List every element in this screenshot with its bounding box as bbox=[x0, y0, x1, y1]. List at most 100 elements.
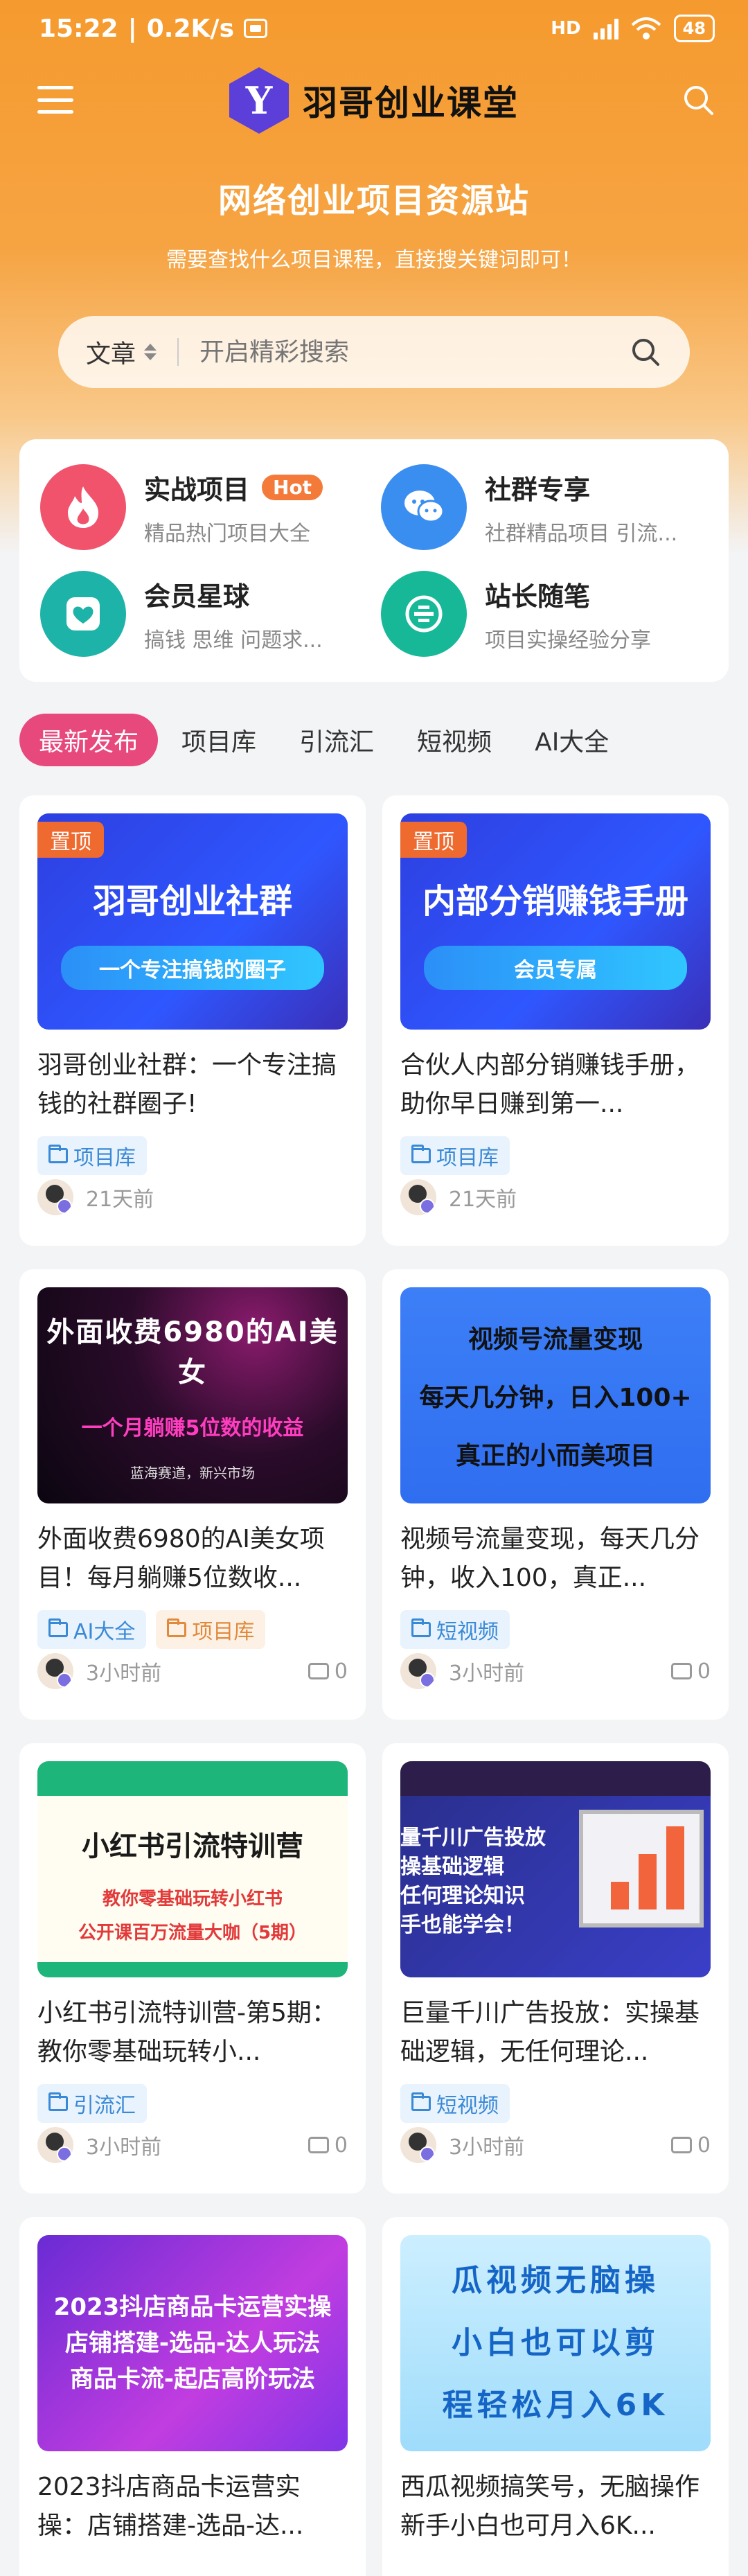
comment-number: 0 bbox=[697, 2133, 711, 2158]
status-separator: | bbox=[127, 14, 137, 43]
feature-webmaster-notes[interactable]: 站长随笔 项目实操经验分享 bbox=[381, 564, 708, 664]
hot-badge: Hot bbox=[262, 474, 323, 500]
tag-label: 项目库 bbox=[192, 1620, 255, 1644]
comment-count[interactable]: 0 bbox=[308, 1659, 348, 1684]
post-card[interactable]: 小红书引流特训营 教你零基础玩转小红书 公开课百万流量大咖（5期） 小红书引流特… bbox=[19, 1743, 366, 2194]
post-time: 3小时前 bbox=[449, 2135, 525, 2160]
tab-short-video[interactable]: 短视频 bbox=[398, 714, 511, 766]
tag-label: 短视频 bbox=[436, 1620, 499, 1644]
post-title[interactable]: 外面收费6980的AI美女项目！每月躺赚5位数收... bbox=[37, 1520, 348, 1598]
category-tag[interactable]: AI大全 bbox=[37, 1610, 147, 1649]
post-thumbnail[interactable]: 小红书引流特训营 教你零基础玩转小红书 公开课百万流量大咖（5期） bbox=[37, 1761, 348, 1977]
post-card[interactable]: 外面收费6980的AI美女 一个月躺赚5位数的收益 蓝海赛道，新兴市场 外面收费… bbox=[19, 1269, 366, 1720]
post-title[interactable]: 羽哥创业社群：一个专注搞钱的社群圈子! bbox=[37, 1046, 348, 1124]
tab-project-library[interactable]: 项目库 bbox=[162, 714, 276, 766]
post-time: 21天前 bbox=[449, 1188, 517, 1212]
post-thumbnail[interactable]: 视频号流量变现 每天几分钟，日入100+ 真正的小而美项目 bbox=[400, 1287, 711, 1503]
network-type: HD bbox=[551, 18, 581, 39]
search-bar: 文章 bbox=[58, 316, 690, 388]
feature-title: 站长随笔 bbox=[485, 581, 591, 612]
post-thumbnail[interactable]: 外面收费6980的AI美女 一个月躺赚5位数的收益 蓝海赛道，新兴市场 bbox=[37, 1287, 348, 1503]
comment-number: 0 bbox=[697, 1659, 711, 1684]
folder-icon bbox=[48, 2092, 68, 2111]
post-title[interactable]: 巨量千川广告投放：实操基础逻辑，无任何理论... bbox=[400, 1994, 711, 2072]
category-tag[interactable]: 引流汇 bbox=[37, 2084, 147, 2123]
post-title[interactable]: 合伙人内部分销赚钱手册，助你早日赚到第一... bbox=[400, 1046, 711, 1124]
comment-count[interactable]: 0 bbox=[670, 2133, 711, 2158]
flame-icon bbox=[40, 464, 126, 550]
thumb-text: 程轻松月入6K bbox=[442, 2388, 669, 2423]
thumb-text: 一个专注搞钱的圈子 bbox=[61, 946, 324, 990]
thumb-text: 羽哥创业社群 bbox=[92, 882, 292, 921]
thumb-text: 小白也可以剪 bbox=[452, 2325, 659, 2361]
category-tabs: 最新发布 项目库 引流汇 短视频 AI大全 bbox=[19, 714, 628, 766]
feature-title: 社群专享 bbox=[485, 474, 591, 505]
search-submit-icon[interactable] bbox=[629, 335, 662, 369]
avatar[interactable] bbox=[37, 1179, 73, 1215]
menu-icon[interactable] bbox=[37, 86, 73, 114]
post-thumbnail[interactable]: 置顶 内部分销赚钱手册 会员专属 bbox=[400, 813, 711, 1030]
post-thumbnail[interactable]: 2023抖店商品卡运营实操 店铺搭建-选品-达人玩法 商品卡流-起店高阶玩法 bbox=[37, 2235, 348, 2451]
tab-traffic[interactable]: 引流汇 bbox=[280, 714, 393, 766]
post-grid: 置顶 羽哥创业社群 一个专注搞钱的圈子 羽哥创业社群：一个专注搞钱的社群圈子! … bbox=[19, 795, 729, 2576]
folder-icon bbox=[411, 1618, 431, 1637]
comment-number: 0 bbox=[334, 2133, 348, 2158]
avatar[interactable] bbox=[37, 2127, 73, 2163]
thumb-text: 每天几分钟，日入100+ bbox=[419, 1384, 692, 1412]
comment-number: 0 bbox=[334, 1659, 348, 1684]
post-title[interactable]: 西瓜视频搞笑号，无脑操作新手小白也可月入6K... bbox=[400, 2468, 711, 2546]
search-icon[interactable] bbox=[682, 83, 715, 116]
feature-community[interactable]: 社群专享 社群精品项目 引流... bbox=[381, 457, 708, 557]
site-logo[interactable]: Y 羽哥创业课堂 bbox=[229, 67, 519, 134]
thumb-text: 视频号流量变现 bbox=[467, 1325, 643, 1354]
folder-icon bbox=[48, 1145, 68, 1163]
thumb-text: 教你零基础玩转小红书 bbox=[102, 1889, 283, 1909]
post-title[interactable]: 视频号流量变现，每天几分钟，收入100，真正... bbox=[400, 1520, 711, 1598]
tab-latest[interactable]: 最新发布 bbox=[19, 714, 159, 766]
category-tag[interactable]: 短视频 bbox=[400, 1610, 510, 1649]
avatar[interactable] bbox=[37, 1653, 73, 1689]
post-card[interactable]: 瓜视频无脑操 小白也可以剪 程轻松月入6K 西瓜视频搞笑号，无脑操作新手小白也可… bbox=[382, 2217, 729, 2576]
sort-arrows-icon bbox=[144, 344, 157, 360]
thumb-text: 真正的小而美项目 bbox=[455, 1442, 655, 1470]
battery-icon: 48 bbox=[673, 15, 715, 42]
feature-desc: 社群精品项目 引流... bbox=[485, 521, 678, 546]
post-thumbnail[interactable]: 量千川广告投放 操基础逻辑 任何理论知识 手也能学会！ bbox=[400, 1761, 711, 1977]
feature-member-planet[interactable]: 会员星球 搞钱 思维 问题求... bbox=[40, 564, 367, 664]
site-name: 羽哥创业课堂 bbox=[303, 83, 519, 123]
post-thumbnail[interactable]: 瓜视频无脑操 小白也可以剪 程轻松月入6K bbox=[400, 2235, 711, 2451]
feature-practical-projects[interactable]: 实战项目 Hot 精品热门项目大全 bbox=[40, 457, 367, 557]
search-input[interactable] bbox=[199, 337, 629, 367]
post-card[interactable]: 置顶 羽哥创业社群 一个专注搞钱的圈子 羽哥创业社群：一个专注搞钱的社群圈子! … bbox=[19, 795, 366, 1246]
thumb-text: 瓜视频无脑操 bbox=[452, 2263, 659, 2298]
comment-count[interactable]: 0 bbox=[308, 2133, 348, 2158]
hero-subtitle: 需要查找什么项目课程，直接搜关键词即可！ bbox=[166, 248, 582, 272]
search-type-select[interactable]: 文章 bbox=[86, 334, 157, 370]
category-tag[interactable]: 项目库 bbox=[156, 1610, 266, 1649]
feature-title: 实战项目 bbox=[144, 474, 250, 505]
folder-icon bbox=[167, 1618, 187, 1637]
post-card[interactable]: 量千川广告投放 操基础逻辑 任何理论知识 手也能学会！ 巨量千川广告投放：实操基… bbox=[382, 1743, 729, 2194]
comment-icon bbox=[308, 2137, 329, 2153]
comment-count[interactable]: 0 bbox=[670, 1659, 711, 1684]
category-tag[interactable]: 短视频 bbox=[400, 2084, 510, 2123]
avatar[interactable] bbox=[400, 1653, 436, 1689]
status-bar: 15:22 | 0.2K/s HD 48 bbox=[0, 0, 748, 57]
category-tag[interactable]: 项目库 bbox=[37, 1136, 147, 1175]
feature-desc: 项目实操经验分享 bbox=[485, 628, 651, 653]
avatar[interactable] bbox=[400, 1179, 436, 1215]
tab-ai[interactable]: AI大全 bbox=[515, 714, 628, 766]
post-card[interactable]: 2023抖店商品卡运营实操 店铺搭建-选品-达人玩法 商品卡流-起店高阶玩法 2… bbox=[19, 2217, 366, 2576]
search-divider bbox=[177, 338, 179, 366]
post-card[interactable]: 视频号流量变现 每天几分钟，日入100+ 真正的小而美项目 视频号流量变现，每天… bbox=[382, 1269, 729, 1720]
thumb-text: 外面收费6980的AI美女 bbox=[46, 1316, 339, 1388]
post-title[interactable]: 2023抖店商品卡运营实操：店铺搭建-选品-达... bbox=[37, 2468, 348, 2546]
avatar[interactable] bbox=[400, 2127, 436, 2163]
post-thumbnail[interactable]: 置顶 羽哥创业社群 一个专注搞钱的圈子 bbox=[37, 813, 348, 1030]
post-title[interactable]: 小红书引流特训营-第5期：教你零基础玩转小... bbox=[37, 1994, 348, 2072]
category-tag[interactable]: 项目库 bbox=[400, 1136, 510, 1175]
comment-icon bbox=[308, 1663, 329, 1679]
post-card[interactable]: 置顶 内部分销赚钱手册 会员专属 合伙人内部分销赚钱手册，助你早日赚到第一...… bbox=[382, 795, 729, 1246]
thumb-text: 公开课百万流量大咖（5期） bbox=[78, 1923, 308, 1943]
folder-icon bbox=[411, 2092, 431, 2111]
